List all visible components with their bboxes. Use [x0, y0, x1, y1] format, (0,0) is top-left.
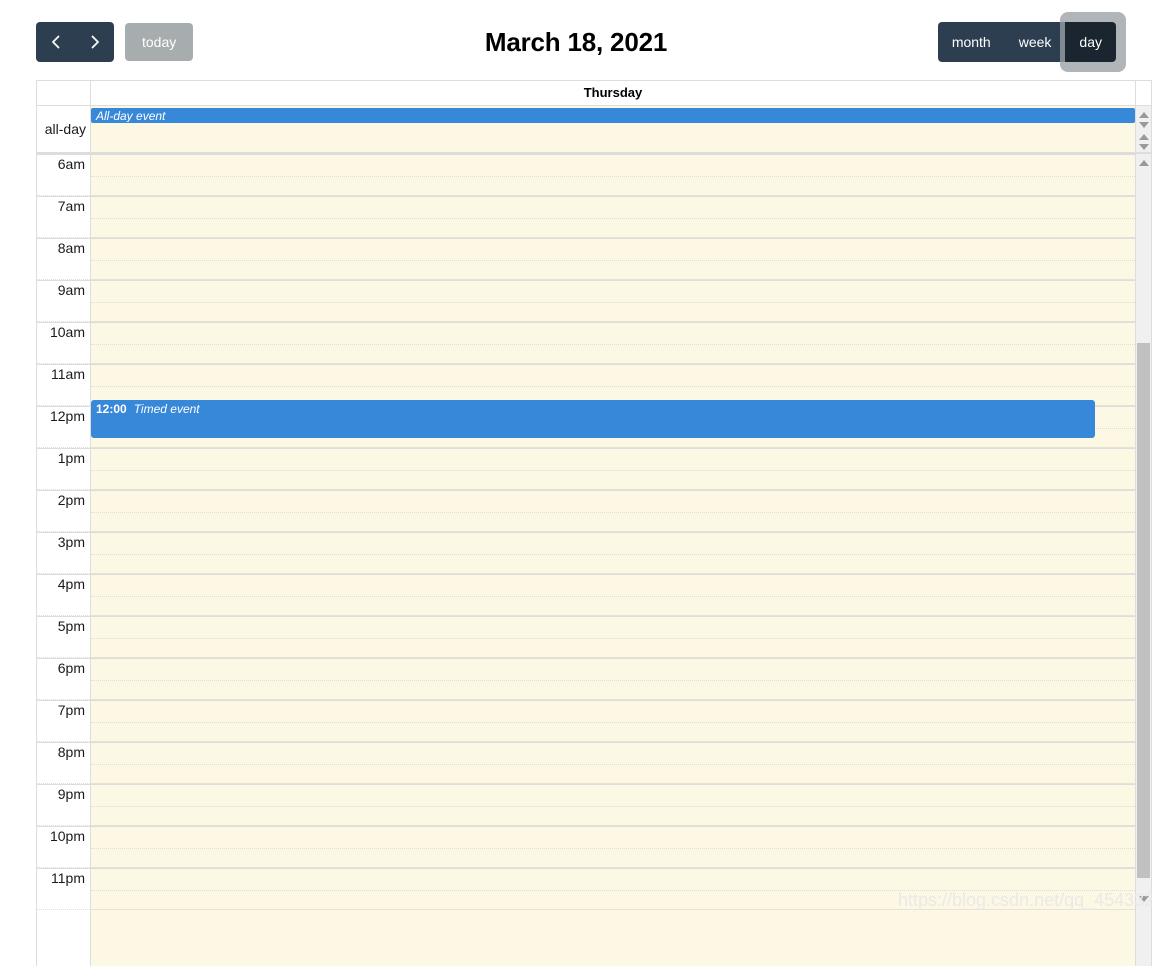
time-slot-label-row: 3pm: [37, 532, 90, 574]
calendar-toolbar: today March 18, 2021 month week day: [36, 12, 1126, 72]
time-slot-cell[interactable]: [91, 616, 1135, 658]
half-hour-divider: [91, 680, 1135, 681]
time-slot-label-row: 1pm: [37, 448, 90, 490]
half-hour-divider: [91, 722, 1135, 723]
time-grid-columns: 6am 7am 8am 9am 10am 11am 12pm 1pm 2pm 3pm 4pm 5pm 6…: [37, 154, 1136, 966]
time-slot-label-row: 5pm: [37, 616, 90, 658]
time-slot-label-row: 6pm: [37, 658, 90, 700]
half-hour-divider: [91, 260, 1135, 261]
calendar-header-row: Thursday: [37, 81, 1152, 106]
half-hour-divider: [91, 554, 1135, 555]
timegrid-scrollbar-thumb[interactable]: [1137, 343, 1150, 878]
time-slot-cell[interactable]: [91, 154, 1135, 196]
time-slot-label-row: 2pm: [37, 490, 90, 532]
day-column[interactable]: 12:00 Timed event: [91, 154, 1136, 966]
allday-scroll-down-arrow-1[interactable]: [1138, 122, 1149, 128]
time-slot-label: 8pm: [57, 744, 85, 760]
half-hour-divider: [91, 176, 1135, 177]
all-day-event-title: All-day event: [96, 109, 166, 123]
allday-scroll-up-arrow-2[interactable]: [1138, 134, 1149, 140]
half-hour-divider: [91, 596, 1135, 597]
time-slot-cell[interactable]: [91, 490, 1135, 532]
time-slot-label-row: 8am: [37, 238, 90, 280]
time-slot-cell[interactable]: [91, 700, 1135, 742]
half-hour-divider: [91, 764, 1135, 765]
time-slot-cell[interactable]: [91, 532, 1135, 574]
time-slot-label-row: 6am: [37, 154, 90, 196]
half-hour-divider: [91, 218, 1135, 219]
time-slot-label: 9am: [57, 282, 85, 298]
time-slot-label: 11am: [51, 366, 85, 382]
half-hour-divider: [91, 848, 1135, 849]
time-slot-cell[interactable]: [91, 784, 1135, 826]
time-slot-label: 4pm: [57, 576, 85, 592]
calendar-view: Thursday all-day All-day event 6am 7am 8am…: [36, 80, 1152, 966]
time-slot-label: 9pm: [57, 786, 85, 802]
time-slot-cell[interactable]: [91, 322, 1135, 364]
time-slot-label: 6am: [57, 156, 85, 172]
time-slot-label: 1pm: [57, 450, 85, 466]
time-slot-cell[interactable]: [91, 196, 1135, 238]
time-slot-label-row: 11am: [37, 364, 90, 406]
allday-scroll-down-arrow-2[interactable]: [1138, 144, 1149, 150]
time-slot-label-row: 9pm: [37, 784, 90, 826]
half-hour-divider: [91, 386, 1135, 387]
time-slot-label: 10pm: [49, 828, 85, 844]
all-day-cell[interactable]: All-day event: [91, 106, 1136, 152]
time-slot-label: 3pm: [57, 534, 85, 550]
time-slot-label: 7pm: [57, 702, 85, 718]
time-slot-cell[interactable]: [91, 280, 1135, 322]
time-grid-scrollbar[interactable]: [1136, 154, 1152, 966]
time-slot-label-row: 7pm: [37, 700, 90, 742]
toolbar-right-group: month week day: [937, 12, 1126, 72]
timegrid-scroll-up-arrow[interactable]: [1138, 160, 1149, 166]
time-slot-label: 7am: [57, 198, 85, 214]
all-day-label: all-day: [37, 106, 91, 152]
time-slot-label: 12pm: [49, 408, 85, 424]
timed-event-title: Timed event: [133, 402, 200, 416]
view-button-month[interactable]: month: [937, 22, 1005, 62]
half-hour-divider: [91, 638, 1135, 639]
time-slot-cell[interactable]: [91, 238, 1135, 280]
view-switcher-group: month week day: [937, 22, 1116, 62]
allday-scroll-up-arrow-1[interactable]: [1138, 112, 1149, 118]
time-slot-label-row: 10am: [37, 322, 90, 364]
time-slot-label-row: 11pm: [37, 868, 90, 910]
time-slot-label: 11pm: [51, 870, 85, 886]
header-gutter-cell: [37, 81, 91, 105]
watermark: https://blog.csdn.net/qq_45433217: [898, 890, 1152, 910]
view-button-day[interactable]: day: [1065, 22, 1116, 62]
half-hour-divider: [91, 512, 1135, 513]
time-slot-label: 2pm: [57, 492, 85, 508]
time-slot-label-row: 8pm: [37, 742, 90, 784]
time-slot-label-row: 7am: [37, 196, 90, 238]
time-slot-label-row: 4pm: [37, 574, 90, 616]
time-slot-cell[interactable]: [91, 658, 1135, 700]
time-slot-label: 6pm: [57, 660, 85, 676]
time-gutter: 6am 7am 8am 9am 10am 11am 12pm 1pm 2pm 3pm 4pm 5pm 6…: [37, 154, 91, 966]
time-slot-label-row: 10pm: [37, 826, 90, 868]
header-scrollbar-spacer: [1136, 81, 1152, 105]
half-hour-divider: [91, 302, 1135, 303]
view-button-week[interactable]: week: [1004, 22, 1066, 62]
time-slot-label: 10am: [49, 324, 85, 340]
time-slot-label-row: 12pm: [37, 406, 90, 448]
time-slot-label-row: 9am: [37, 280, 90, 322]
half-hour-divider: [91, 806, 1135, 807]
time-slot-label: 5pm: [57, 618, 85, 634]
time-grid: 6am 7am 8am 9am 10am 11am 12pm 1pm 2pm 3pm 4pm 5pm 6…: [37, 154, 1152, 966]
time-slot-cell[interactable]: [91, 574, 1135, 616]
time-slot-cell[interactable]: [91, 742, 1135, 784]
half-hour-divider: [91, 470, 1135, 471]
day-header-thursday[interactable]: Thursday: [91, 81, 1136, 105]
time-slot-cell[interactable]: [91, 448, 1135, 490]
all-day-scrollbar[interactable]: [1136, 106, 1152, 152]
time-slot-label: 8am: [57, 240, 85, 256]
timed-event[interactable]: 12:00 Timed event: [91, 400, 1095, 438]
timed-event-time: 12:00: [96, 402, 127, 416]
time-slot-cell[interactable]: [91, 826, 1135, 868]
half-hour-divider: [91, 344, 1135, 345]
all-day-row: all-day All-day event: [37, 106, 1152, 154]
all-day-event[interactable]: All-day event: [91, 108, 1135, 123]
